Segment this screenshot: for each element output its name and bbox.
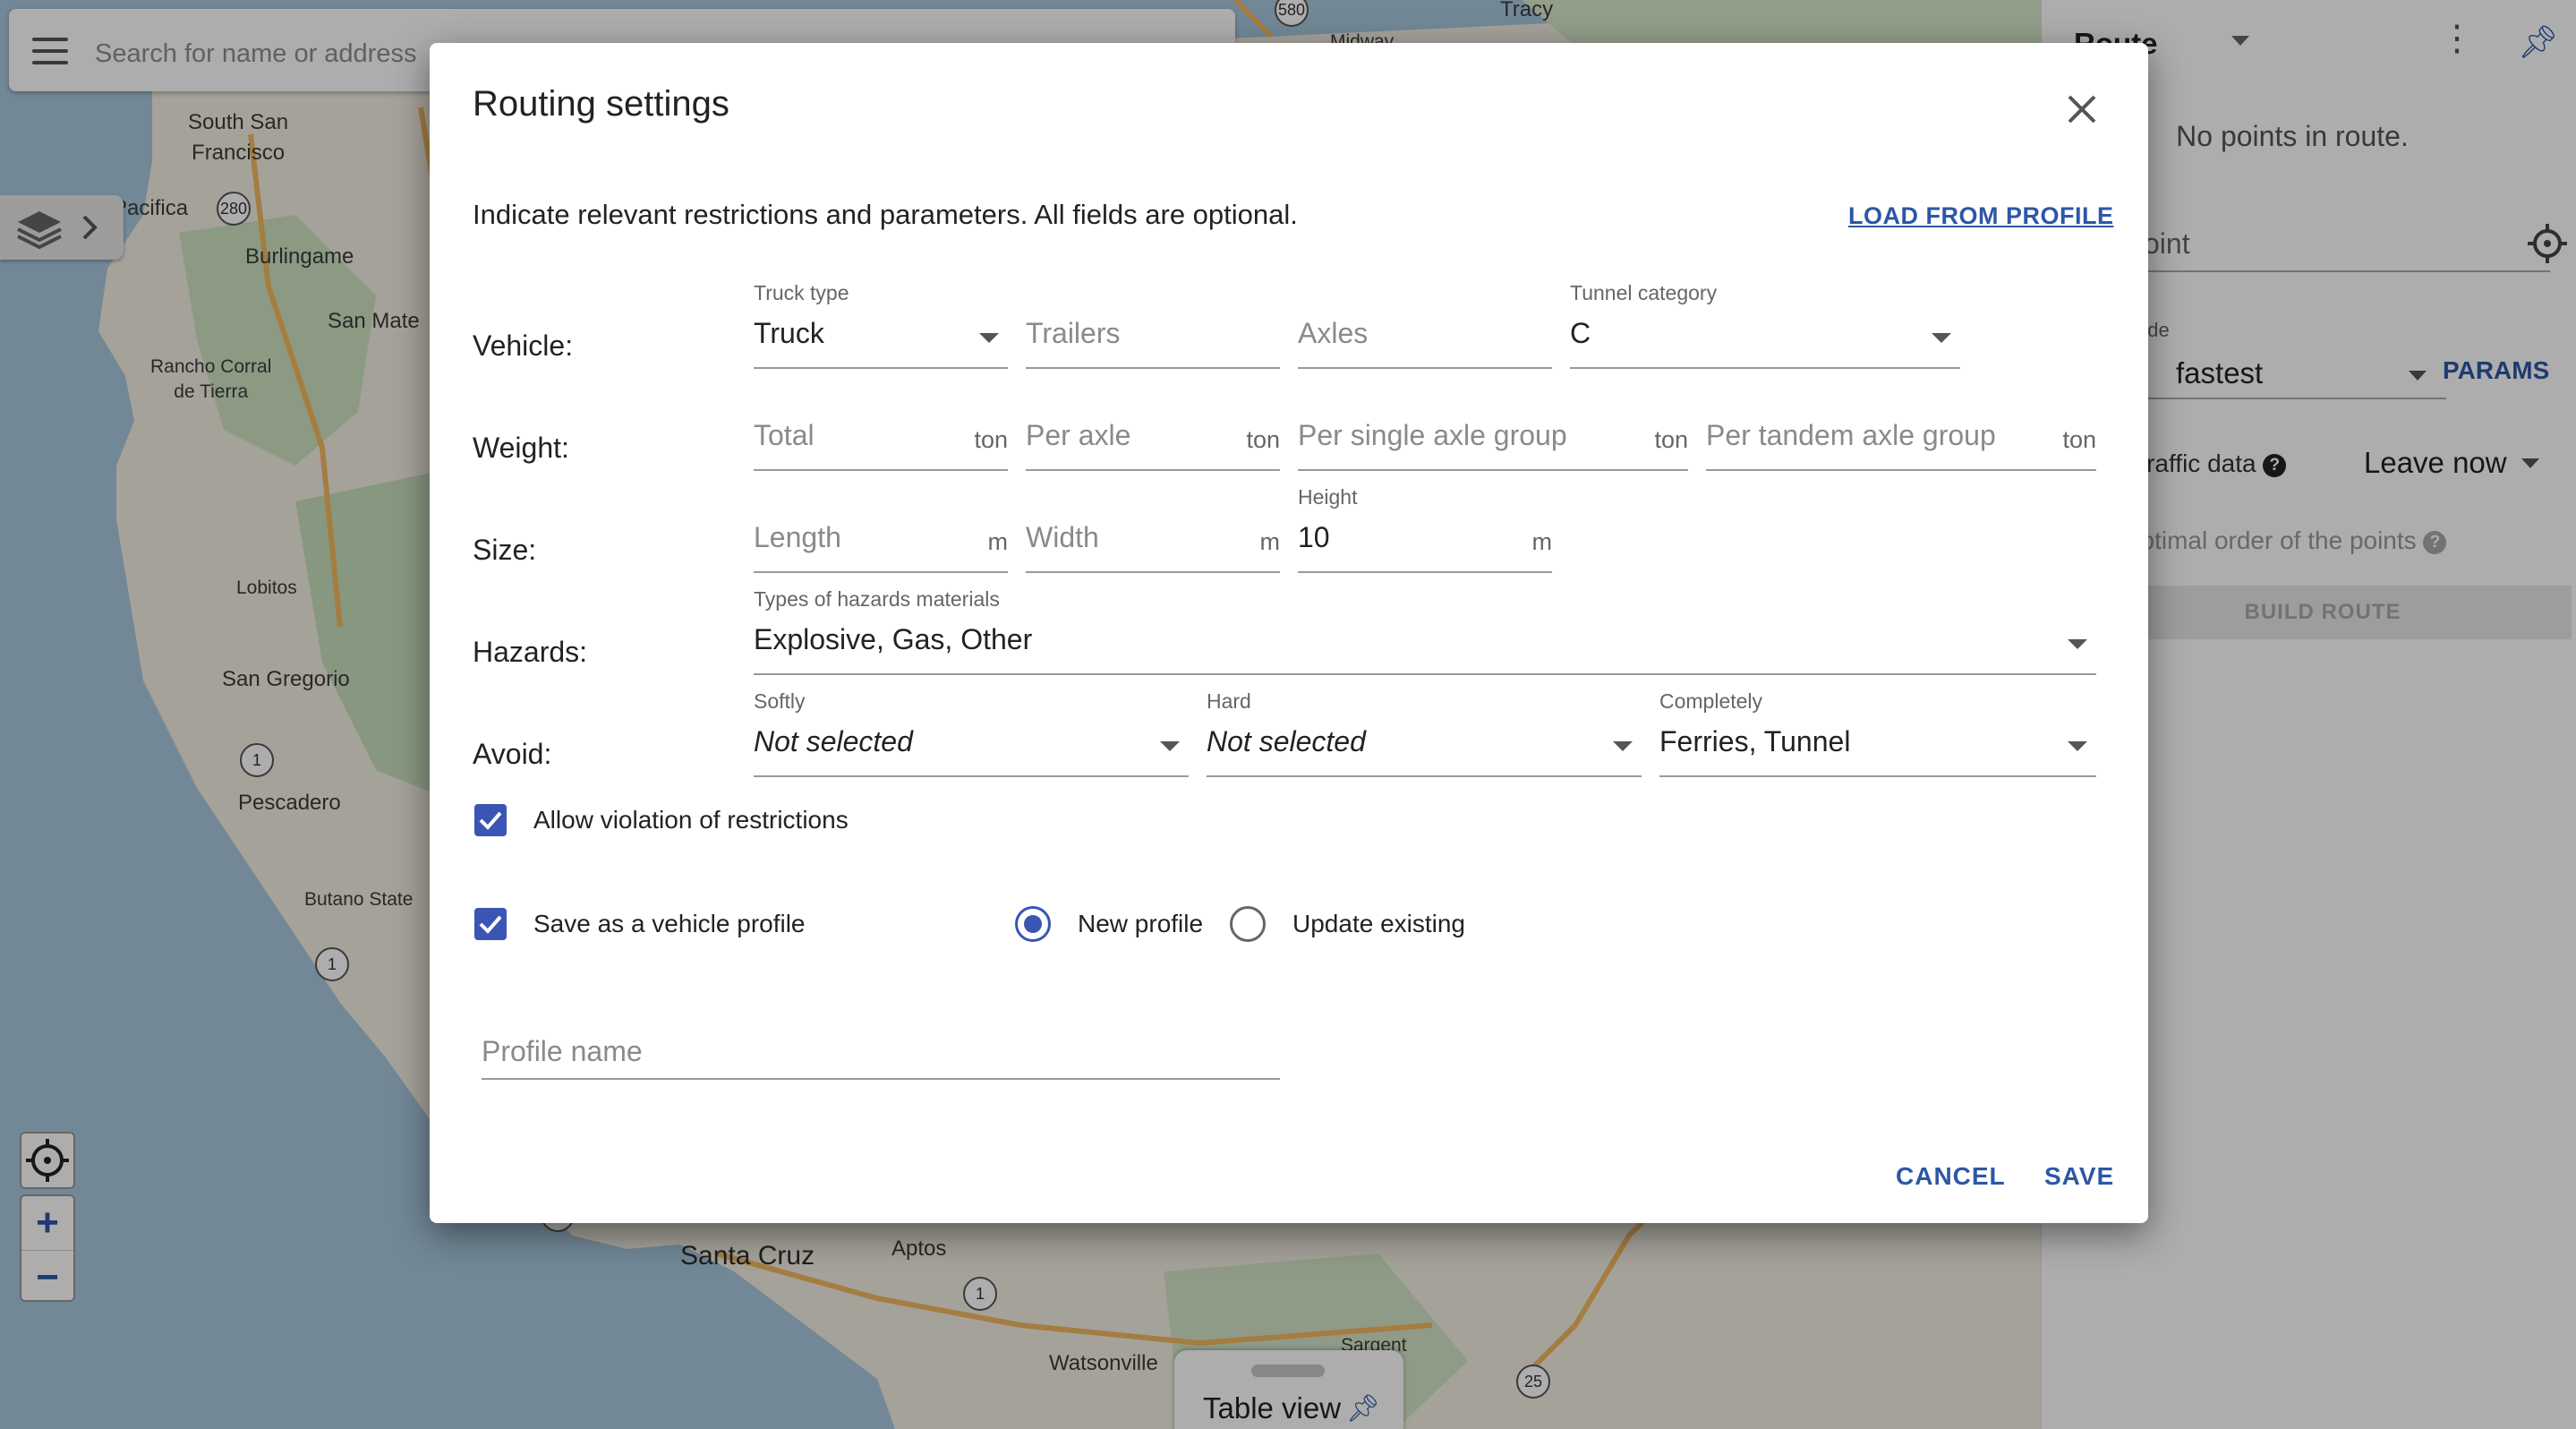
save-button[interactable]: SAVE: [2044, 1162, 2114, 1191]
weight-row-label: Weight:: [473, 432, 569, 464]
weight-unit: ton: [2062, 426, 2096, 453]
tunnel-category-select[interactable]: Tunnel category C: [1570, 281, 1960, 369]
axles-input[interactable]: Axles: [1298, 281, 1552, 369]
avoid-row-label: Avoid:: [473, 738, 552, 770]
total-weight-placeholder: Total: [754, 419, 815, 451]
chevron-down-icon: [1932, 333, 1951, 343]
avoid-completely-select[interactable]: Completely Ferries, Tunnel: [1659, 689, 2096, 777]
axles-placeholder: Axles: [1298, 317, 1369, 349]
avoid-hard-select[interactable]: Hard Not selected: [1207, 689, 1642, 777]
hazards-label: Types of hazards materials: [754, 587, 1000, 611]
chevron-down-icon: [2068, 639, 2087, 649]
chevron-down-icon: [979, 333, 999, 343]
update-existing-radio[interactable]: [1230, 906, 1266, 942]
size-unit: m: [1259, 528, 1281, 555]
hard-label: Hard: [1207, 689, 1251, 713]
weight-unit: ton: [1654, 426, 1688, 453]
height-input[interactable]: Height 10 m: [1298, 485, 1552, 573]
update-existing-label[interactable]: Update existing: [1292, 910, 1465, 938]
size-unit: m: [987, 528, 1009, 555]
profile-name-placeholder: Profile name: [482, 1035, 643, 1067]
routing-settings-dialog: Routing settings Indicate relevant restr…: [430, 43, 2148, 1223]
save-profile-label[interactable]: Save as a vehicle profile: [533, 910, 806, 938]
load-from-profile-link[interactable]: LOAD FROM PROFILE: [1848, 202, 2113, 230]
hazards-value: Explosive, Gas, Other: [754, 623, 1033, 655]
height-label: Height: [1298, 485, 1358, 509]
close-icon[interactable]: [2064, 91, 2100, 127]
single-axle-group-placeholder: Per single axle group: [1298, 419, 1567, 451]
vehicle-row-label: Vehicle:: [473, 329, 574, 362]
weight-unit: ton: [1246, 426, 1280, 453]
tandem-axle-group-weight-input[interactable]: Per tandem axle group ton: [1706, 383, 2096, 471]
per-axle-placeholder: Per axle: [1026, 419, 1131, 451]
single-axle-group-weight-input[interactable]: Per single axle group ton: [1298, 383, 1688, 471]
cancel-button[interactable]: CANCEL: [1896, 1162, 2006, 1191]
weight-unit: ton: [974, 426, 1008, 453]
profile-name-input[interactable]: Profile name: [482, 990, 1280, 1080]
chevron-down-icon: [1160, 741, 1180, 751]
size-row-label: Size:: [473, 534, 537, 566]
checkmark-icon: [479, 811, 502, 830]
dialog-intro-text: Indicate relevant restrictions and param…: [473, 199, 1298, 230]
chevron-down-icon: [2068, 741, 2087, 751]
chevron-down-icon: [1613, 741, 1633, 751]
trailers-input[interactable]: Trailers: [1026, 281, 1280, 369]
truck-type-label: Truck type: [754, 281, 849, 304]
completely-value: Ferries, Tunnel: [1659, 725, 1851, 757]
completely-label: Completely: [1659, 689, 1763, 713]
width-placeholder: Width: [1026, 521, 1099, 553]
height-value: 10: [1298, 521, 1330, 553]
hazards-select[interactable]: Types of hazards materials Explosive, Ga…: [754, 587, 2096, 675]
tandem-axle-group-placeholder: Per tandem axle group: [1706, 419, 1996, 451]
dialog-title: Routing settings: [473, 84, 729, 124]
tunnel-category-value: C: [1570, 317, 1591, 349]
hazards-row-label: Hazards:: [473, 636, 588, 668]
new-profile-radio[interactable]: [1015, 906, 1051, 942]
size-unit: m: [1531, 528, 1553, 555]
hard-value: Not selected: [1207, 725, 1366, 757]
softly-value: Not selected: [754, 725, 913, 757]
new-profile-label[interactable]: New profile: [1078, 910, 1203, 938]
length-input[interactable]: Length m: [754, 485, 1008, 573]
width-input[interactable]: Width m: [1026, 485, 1280, 573]
avoid-softly-select[interactable]: Softly Not selected: [754, 689, 1189, 777]
softly-label: Softly: [754, 689, 806, 713]
checkmark-icon: [479, 915, 502, 934]
truck-type-value: Truck: [754, 317, 824, 349]
allow-violation-checkbox[interactable]: [474, 804, 507, 836]
truck-type-select[interactable]: Truck type Truck: [754, 281, 1008, 369]
per-axle-weight-input[interactable]: Per axle ton: [1026, 383, 1280, 471]
tunnel-category-label: Tunnel category: [1570, 281, 1718, 304]
save-profile-checkbox[interactable]: [474, 908, 507, 940]
trailers-placeholder: Trailers: [1026, 317, 1121, 349]
allow-violation-label[interactable]: Allow violation of restrictions: [533, 806, 849, 834]
total-weight-input[interactable]: Total ton: [754, 383, 1008, 471]
length-placeholder: Length: [754, 521, 841, 553]
